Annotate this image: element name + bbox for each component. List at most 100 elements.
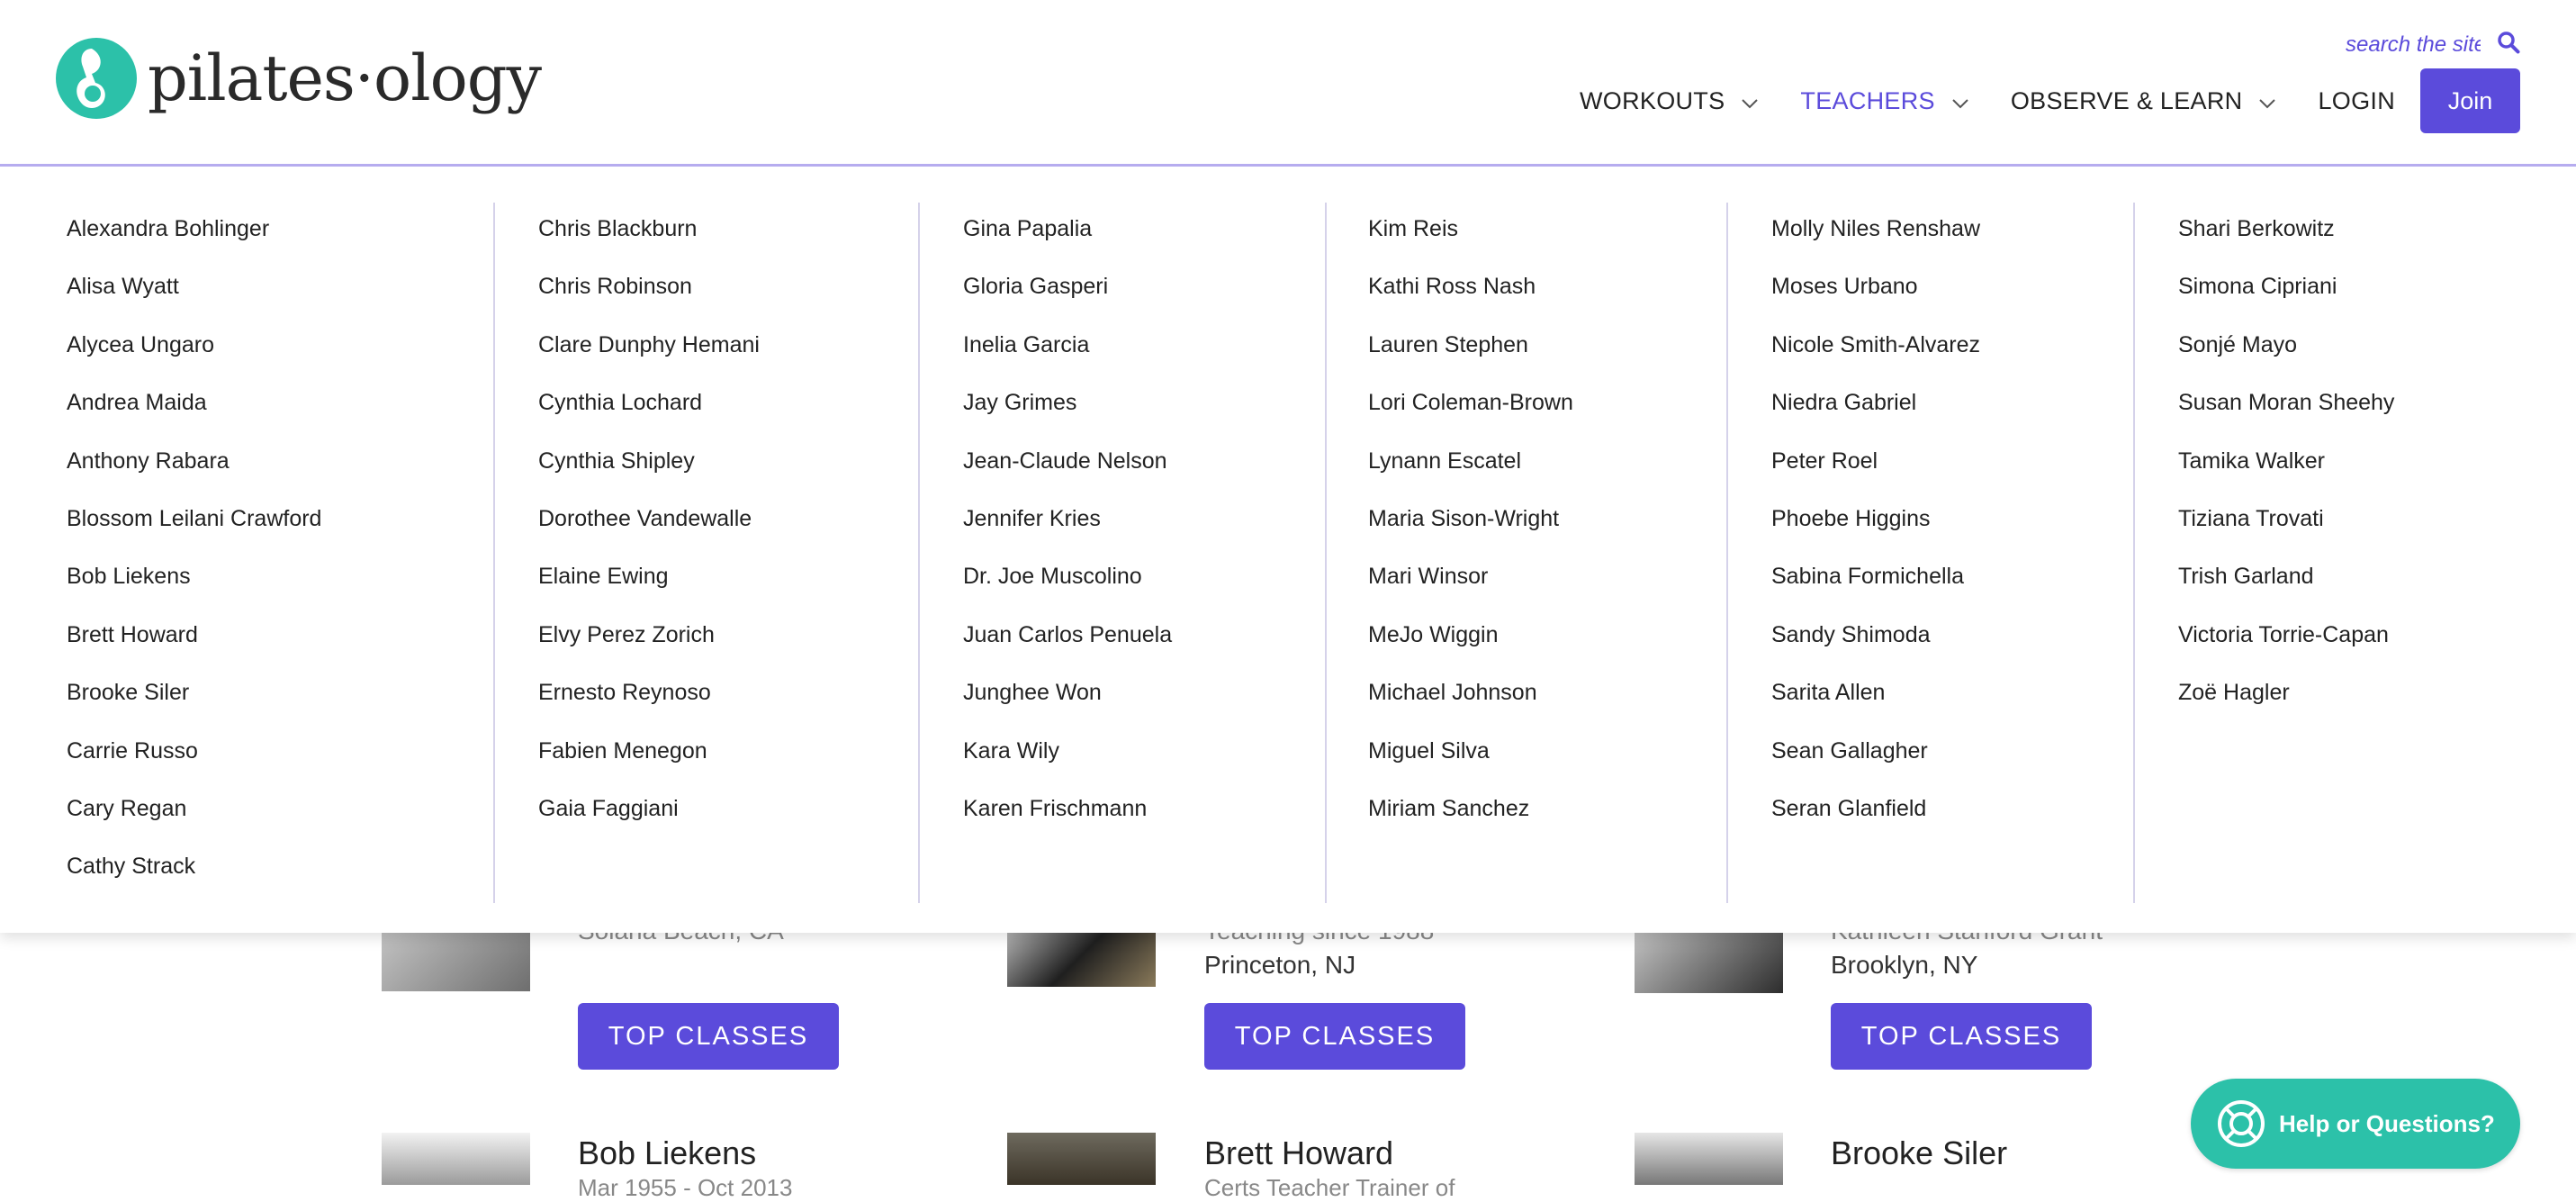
teacher-link[interactable]: Alisa Wyatt [67,273,490,330]
search-input[interactable] [2346,32,2481,58]
teacher-link[interactable]: Gina Papalia [963,215,1325,273]
teacher-link[interactable]: Sarita Allen [1771,679,2133,737]
help-questions-button[interactable]: Help or Questions? [2191,1079,2520,1169]
nav-workouts[interactable]: WORKOUTS [1580,87,1759,115]
teacher-link[interactable]: Sean Gallagher [1771,737,2133,795]
teacher-link[interactable]: Sabina Formichella [1771,563,2133,620]
teacher-link[interactable]: Anthony Rabara [67,447,490,505]
teacher-link[interactable]: Peter Roel [1771,447,2133,505]
teacher-photo[interactable] [1007,1133,1156,1185]
join-button[interactable]: Join [2420,68,2520,133]
teacher-location: Brooklyn, NY [1831,951,1978,979]
search-icon[interactable] [2497,31,2520,59]
teacher-link[interactable]: Miguel Silva [1368,737,1726,795]
teacher-column: Molly Niles Renshaw Moses Urbano Nicole … [1726,203,2133,903]
teacher-link[interactable]: Cathy Strack [67,853,490,910]
site-header: pilates·ology WORKOUTS TEACHERS OBSERVE … [0,0,2576,164]
teacher-link[interactable]: Elaine Ewing [538,563,918,620]
teacher-link[interactable]: Sonjé Mayo [2178,331,2529,389]
teacher-link[interactable]: Fabien Menegon [538,737,918,795]
teacher-column: Kim Reis Kathi Ross Nash Lauren Stephen … [1325,203,1726,903]
chevron-down-icon [1951,87,1969,115]
teacher-link[interactable]: Nicole Smith-Alvarez [1771,331,2133,389]
teacher-link[interactable]: Jennifer Kries [963,505,1325,563]
nav-observe-learn[interactable]: OBSERVE & LEARN [2011,87,2277,115]
teacher-link[interactable]: Bob Liekens [67,563,490,620]
teacher-name[interactable]: Bob Liekens [578,1134,756,1172]
teacher-name[interactable]: Brett Howard [1204,1134,1393,1172]
teacher-link[interactable]: Michael Johnson [1368,679,1726,737]
teacher-link[interactable]: Jean-Claude Nelson [963,447,1325,505]
nav-login[interactable]: LOGIN [2318,87,2395,115]
teacher-link[interactable]: Victoria Torrie-Capan [2178,621,2529,679]
teacher-link[interactable]: Trish Garland [2178,563,2529,620]
teacher-link[interactable]: Mari Winsor [1368,563,1726,620]
logo-text: pilates·ology [148,41,542,115]
chevron-down-icon [2258,87,2276,115]
teacher-link[interactable]: Kim Reis [1368,215,1726,273]
teacher-link[interactable]: Maria Sison-Wright [1368,505,1726,563]
teacher-link[interactable]: Lori Coleman-Brown [1368,389,1726,447]
teacher-link[interactable]: Clare Dunphy Hemani [538,331,918,389]
teacher-link[interactable]: Kara Wily [963,737,1325,795]
teacher-link[interactable]: Phoebe Higgins [1771,505,2133,563]
teacher-link[interactable]: Juan Carlos Penuela [963,621,1325,679]
teacher-link[interactable]: Cynthia Lochard [538,389,918,447]
teacher-link[interactable]: Elvy Perez Zorich [538,621,918,679]
teacher-link[interactable]: Simona Cipriani [2178,273,2529,330]
teacher-link[interactable]: Tiziana Trovati [2178,505,2529,563]
top-classes-button[interactable]: TOP CLASSES [1204,1003,1465,1070]
teacher-link[interactable]: Chris Robinson [538,273,918,330]
teacher-location: Princeton, NJ [1204,951,1356,979]
teacher-link[interactable]: Gaia Faggiani [538,795,918,853]
teacher-link[interactable]: Alycea Ungaro [67,331,490,389]
teacher-photo[interactable] [382,1133,530,1185]
teacher-link[interactable]: Brooke Siler [67,679,490,737]
teacher-link[interactable]: Carrie Russo [67,737,490,795]
teacher-link[interactable]: Miriam Sanchez [1368,795,1726,853]
help-label: Help or Questions? [2279,1109,2495,1137]
teacher-link[interactable]: Zoë Hagler [2178,679,2529,737]
teacher-link[interactable]: Sandy Shimoda [1771,621,2133,679]
teacher-name[interactable]: Brooke Siler [1831,1134,2007,1172]
logo-mark-icon [56,38,137,119]
teacher-link[interactable]: Dorothee Vandewalle [538,505,918,563]
top-classes-button[interactable]: TOP CLASSES [1831,1003,2092,1070]
teacher-link[interactable]: Lynann Escatel [1368,447,1726,505]
teacher-column: Chris Blackburn Chris Robinson Clare Dun… [493,203,918,903]
teacher-photo[interactable] [1635,1133,1783,1185]
teacher-link[interactable]: Chris Blackburn [538,215,918,273]
top-classes-button[interactable]: TOP CLASSES [578,1003,839,1070]
lifebuoy-icon [2216,1098,2266,1149]
teacher-link[interactable]: Brett Howard [67,621,490,679]
teacher-link[interactable]: Gloria Gasperi [963,273,1325,330]
teacher-link[interactable]: Moses Urbano [1771,273,2133,330]
nav-observe-label: OBSERVE & LEARN [2010,86,2243,114]
teacher-link[interactable]: Ernesto Reynoso [538,679,918,737]
site-logo[interactable]: pilates·ology [56,36,542,121]
teacher-link[interactable]: Seran Glanfield [1771,795,2133,853]
teacher-link[interactable]: Karen Frischmann [963,795,1325,853]
teacher-link[interactable]: Molly Niles Renshaw [1771,215,2133,273]
teacher-link[interactable]: Cynthia Shipley [538,447,918,505]
teacher-link[interactable]: Dr. Joe Muscolino [963,563,1325,620]
teacher-link[interactable]: Lauren Stephen [1368,331,1726,389]
nav-teachers[interactable]: TEACHERS [1800,87,1968,115]
teacher-link[interactable]: Kathi Ross Nash [1368,273,1726,330]
teacher-link[interactable]: Susan Moran Sheehy [2178,389,2529,447]
teacher-link[interactable]: Niedra Gabriel [1771,389,2133,447]
nav-teachers-label: TEACHERS [1800,86,1935,114]
teacher-link[interactable]: Alexandra Bohlinger [67,215,490,273]
teacher-link[interactable]: Blossom Leilani Crawford [67,505,490,563]
teacher-link[interactable]: Shari Berkowitz [2178,215,2529,273]
teacher-link[interactable]: Jay Grimes [963,389,1325,447]
teacher-column: Gina Papalia Gloria Gasperi Inelia Garci… [918,203,1325,903]
chevron-down-icon [1741,87,1759,115]
teacher-link[interactable]: Inelia Garcia [963,331,1325,389]
teacher-link[interactable]: Junghee Won [963,679,1325,737]
teacher-link[interactable]: MeJo Wiggin [1368,621,1726,679]
teacher-link[interactable]: Tamika Walker [2178,447,2529,505]
teacher-link[interactable]: Andrea Maida [67,389,490,447]
teacher-link[interactable]: Cary Regan [67,795,490,853]
teacher-card-subtext: Mar 1955 - Oct 2013 [578,1174,793,1201]
